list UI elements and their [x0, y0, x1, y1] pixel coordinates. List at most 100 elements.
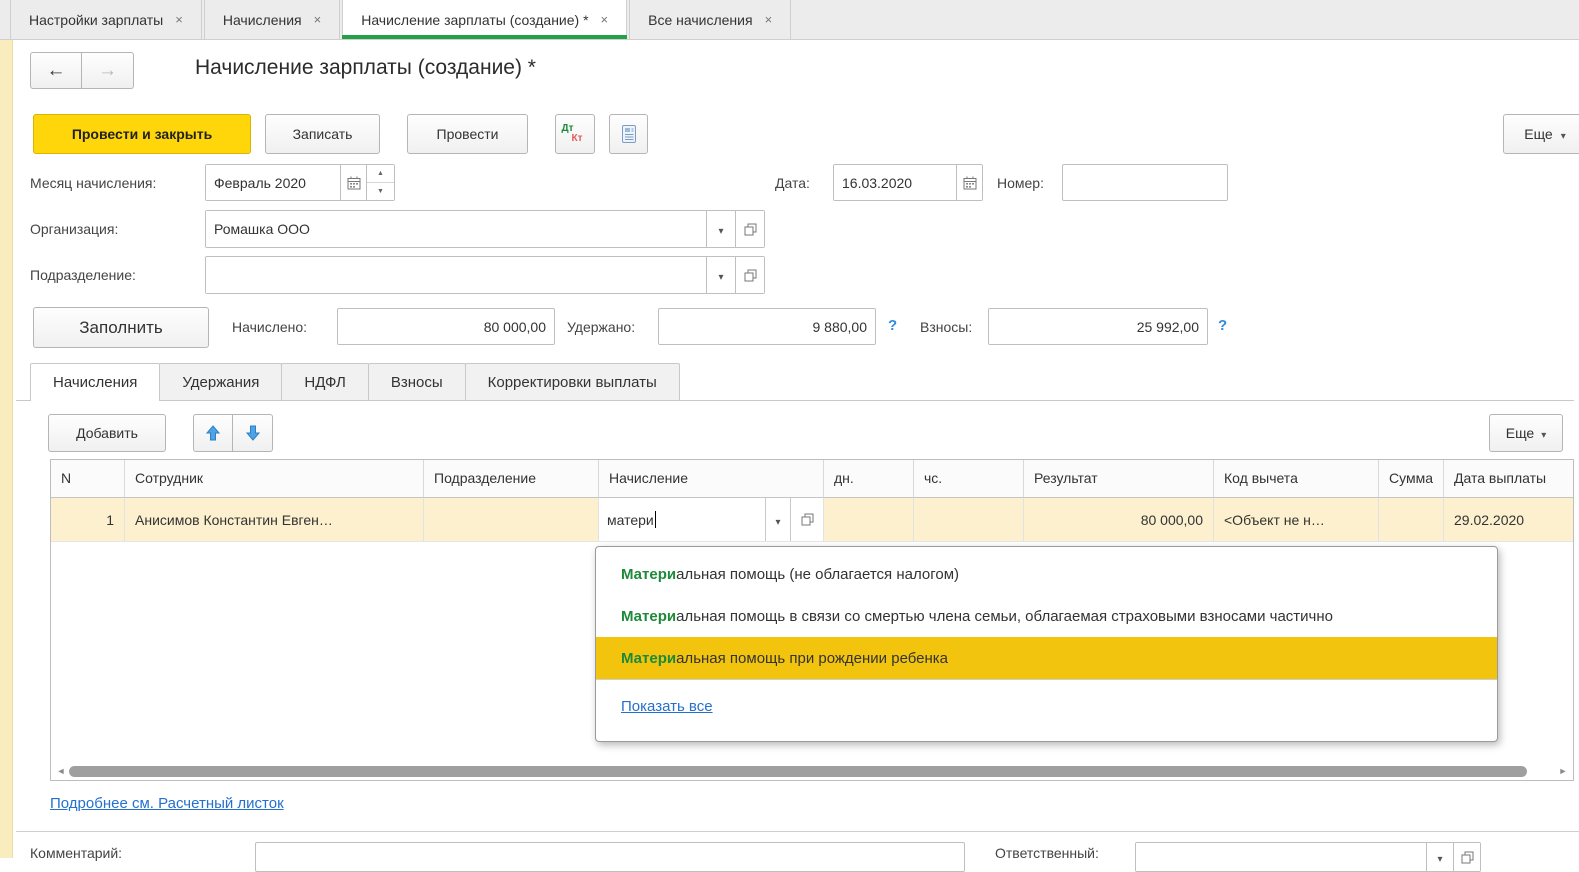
accrual-dropdown-button[interactable]	[765, 498, 790, 541]
window-tabbar: Настройки зарплаты Начисления Начисление…	[0, 0, 1579, 40]
date-calendar-button[interactable]	[956, 165, 982, 200]
contributions-label: Взносы:	[920, 309, 972, 345]
col-header-amount[interactable]: Сумма	[1379, 460, 1444, 498]
dtkt-icon: ДтКт	[567, 124, 582, 144]
chevron-down-icon	[1541, 425, 1546, 441]
contributions-help-icon[interactable]: ?	[1218, 317, 1227, 334]
organization-open-button[interactable]	[735, 211, 764, 247]
month-calendar-button[interactable]	[340, 165, 366, 200]
calendar-icon	[963, 176, 977, 190]
organization-label: Организация:	[30, 211, 118, 247]
month-field-group: Февраль 2020 ▲ ▼	[205, 164, 395, 201]
suggestion-option-highlighted[interactable]: Материальная помощь при рождении ребенка	[596, 637, 1497, 679]
comment-label: Комментарий:	[30, 845, 122, 861]
month-input[interactable]: Февраль 2020	[206, 165, 340, 200]
suggestion-option[interactable]: Материальная помощь в связи со смертью ч…	[596, 595, 1497, 637]
cell-employee[interactable]: Анисимов Константин Евген…	[125, 498, 424, 542]
table-row[interactable]: 1 Анисимов Константин Евген… матери 80 0…	[51, 498, 1573, 542]
chevron-down-icon	[718, 221, 723, 237]
responsible-open-button[interactable]	[1453, 843, 1480, 871]
post-button[interactable]: Провести	[407, 114, 528, 154]
withheld-total-field[interactable]: 9 880,00	[658, 308, 876, 345]
cell-n[interactable]: 1	[51, 498, 125, 542]
accrued-label: Начислено:	[232, 309, 307, 345]
col-header-payment-date[interactable]: Дата выплаты	[1444, 460, 1573, 498]
col-header-deduction-code[interactable]: Код вычета	[1214, 460, 1379, 498]
date-input[interactable]: 16.03.2020	[834, 165, 956, 200]
add-row-button[interactable]: Добавить	[48, 414, 166, 452]
payslip-details-link[interactable]: Подробнее см. Расчетный листок	[50, 795, 284, 812]
accrued-total-field[interactable]: 80 000,00	[337, 308, 555, 345]
cell-payment-date[interactable]: 29.02.2020	[1444, 498, 1573, 542]
responsible-dropdown-button[interactable]	[1426, 843, 1453, 871]
dtkt-postings-button[interactable]: ДтКт	[555, 114, 595, 154]
col-header-result[interactable]: Результат	[1024, 460, 1214, 498]
scroll-left-icon[interactable]: ◄	[53, 766, 69, 776]
history-nav: ← →	[30, 52, 134, 89]
spinner-down-button[interactable]: ▼	[367, 182, 394, 200]
scrollbar-thumb[interactable]	[69, 766, 1527, 777]
save-button[interactable]: Записать	[265, 114, 380, 154]
cell-result[interactable]: 80 000,00	[1024, 498, 1214, 542]
col-header-hours[interactable]: чс.	[914, 460, 1024, 498]
open-link-icon	[1461, 851, 1474, 864]
tab-ndfl[interactable]: НДФЛ	[281, 363, 368, 400]
move-up-button[interactable]	[193, 414, 233, 452]
fill-button[interactable]: Заполнить	[33, 307, 209, 348]
scroll-right-icon[interactable]: ►	[1555, 766, 1571, 776]
forward-button[interactable]: →	[82, 52, 134, 89]
cell-hours[interactable]	[914, 498, 1024, 542]
horizontal-scrollbar[interactable]: ◄ ►	[53, 764, 1571, 778]
back-button[interactable]: ←	[30, 52, 82, 89]
window-tab-salary-settings[interactable]: Настройки зарплаты	[10, 0, 202, 39]
department-input[interactable]	[206, 257, 706, 293]
cell-department[interactable]	[424, 498, 599, 542]
tab-label: Настройки зарплаты	[29, 12, 163, 28]
close-icon[interactable]	[314, 12, 322, 27]
post-and-close-button[interactable]: Провести и закрыть	[33, 114, 251, 154]
cell-deduction-code[interactable]: <Объект не н…	[1214, 498, 1379, 542]
cell-days[interactable]	[824, 498, 914, 542]
close-icon[interactable]	[765, 12, 773, 27]
more-button-top[interactable]: Еще	[1503, 114, 1579, 154]
tab-accruals[interactable]: Начисления	[30, 363, 160, 401]
form-accent-strip	[0, 40, 13, 858]
responsible-input[interactable]	[1136, 843, 1426, 871]
col-header-accrual[interactable]: Начисление	[599, 460, 824, 498]
window-tab-payroll-create[interactable]: Начисление зарплаты (создание) *	[342, 0, 627, 39]
suggestion-option[interactable]: Материальная помощь (не облагается налог…	[596, 553, 1497, 595]
col-header-days[interactable]: дн.	[824, 460, 914, 498]
department-open-button[interactable]	[735, 257, 764, 293]
move-down-button[interactable]	[233, 414, 273, 452]
withheld-help-icon[interactable]: ?	[888, 317, 897, 334]
organization-dropdown-button[interactable]	[706, 211, 735, 247]
comment-input[interactable]	[255, 842, 965, 872]
tab-payment-adjustments[interactable]: Корректировки выплаты	[465, 363, 680, 400]
spinner-up-button[interactable]: ▲	[367, 165, 394, 182]
more-label: Еще	[1524, 126, 1553, 142]
report-button[interactable]	[609, 114, 648, 154]
more-button-grid[interactable]: Еще	[1489, 414, 1563, 452]
form-divider	[16, 831, 1579, 832]
close-icon[interactable]	[175, 12, 183, 27]
close-icon[interactable]	[601, 12, 609, 27]
cell-amount[interactable]	[1379, 498, 1444, 542]
match-text: Матери	[621, 650, 676, 667]
move-row-buttons	[193, 414, 273, 452]
number-input[interactable]	[1062, 164, 1228, 201]
col-header-employee[interactable]: Сотрудник	[125, 460, 424, 498]
contributions-total-field[interactable]: 25 992,00	[988, 308, 1208, 345]
chevron-down-icon	[718, 267, 723, 283]
tab-withholdings[interactable]: Удержания	[159, 363, 282, 400]
chevron-down-icon	[1561, 126, 1566, 142]
organization-input[interactable]: Ромашка ООО	[206, 211, 706, 247]
window-tab-accruals[interactable]: Начисления	[204, 0, 340, 39]
col-header-n[interactable]: N	[51, 460, 125, 498]
window-tab-all-accruals[interactable]: Все начисления	[629, 0, 791, 39]
col-header-department[interactable]: Подразделение	[424, 460, 599, 498]
tab-contributions[interactable]: Взносы	[368, 363, 466, 400]
accrual-search-input[interactable]: матери	[599, 498, 765, 541]
show-all-link[interactable]: Показать все	[621, 698, 713, 715]
accrual-open-button[interactable]	[790, 498, 823, 541]
department-dropdown-button[interactable]	[706, 257, 735, 293]
